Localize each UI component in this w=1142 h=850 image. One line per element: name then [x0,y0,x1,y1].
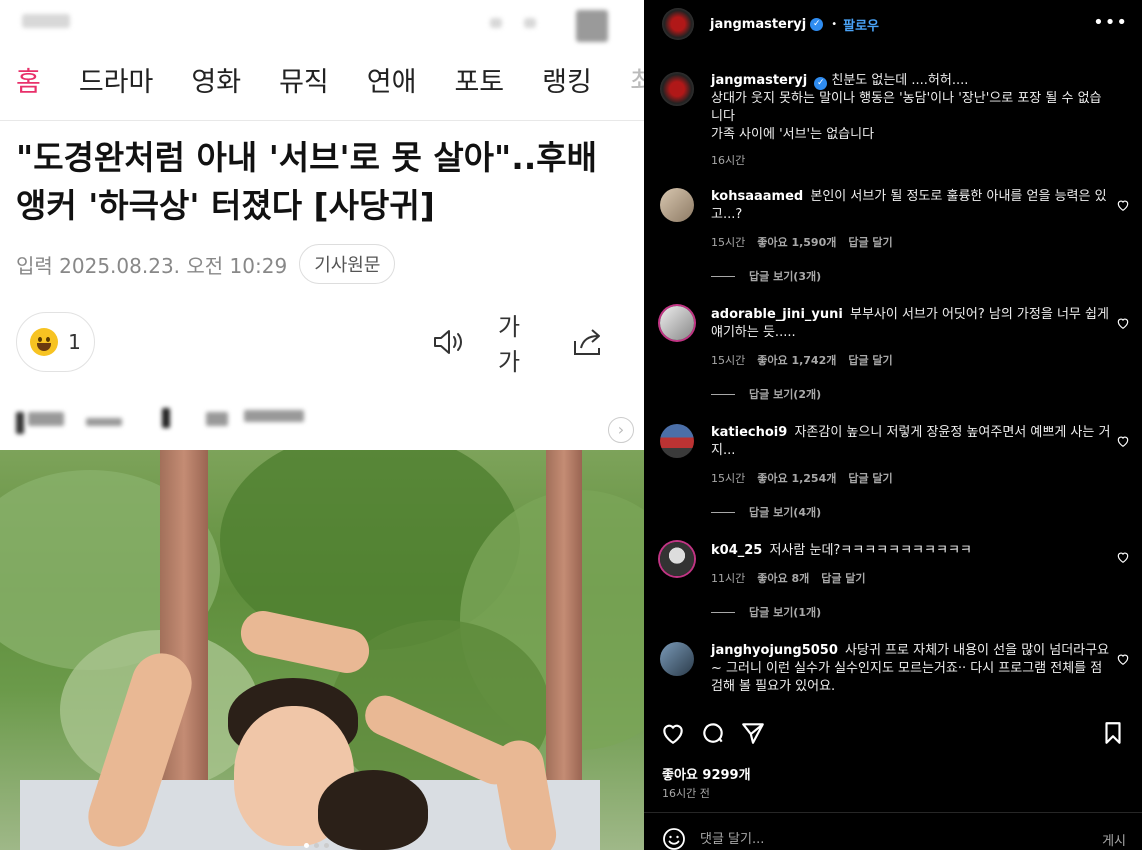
view-replies-label: 답글 보기(3개) [749,270,822,283]
article-meta: 입력 2025.08.23. 오전 10:29 기사원문 [16,244,396,284]
like-heart-icon[interactable] [1116,198,1130,212]
view-replies-button[interactable]: 답글 보기(2개) [711,386,821,402]
commenter-avatar[interactable] [660,542,694,576]
post-caption: jangmasteryj ✓ 친분도 없는데 ....허허.... 상대가 웃지 … [660,72,1130,172]
post-comment-button[interactable]: 게시 [1102,830,1126,849]
comment-item: adorable_jini_yuni 부부사이 서브가 어딧어? 남의 가정을 … [660,306,1130,406]
comment-icon[interactable] [700,720,726,746]
carousel-dots [304,843,329,848]
comment-likes[interactable]: 좋아요 8개 [757,570,809,586]
category-tabs: 홈 드라마 영화 뮤직 연애 포토 랭킹 최 [16,60,644,104]
view-replies-label: 답글 보기(4개) [749,506,822,519]
commenter-avatar[interactable] [660,188,694,222]
commenter-avatar[interactable] [660,424,694,458]
view-replies-button[interactable]: 답글 보기(3개) [711,268,821,284]
like-heart-icon[interactable] [1116,316,1130,330]
comment-likes[interactable]: 좋아요 1,590개 [757,234,836,250]
send-icon[interactable] [740,720,766,746]
comment-time: 11시간 [711,572,746,585]
follow-button[interactable]: 팔로우 [843,15,879,34]
tab-music[interactable]: 뮤직 [279,60,329,104]
status-blur [490,18,502,28]
photo-caption-blurred [16,404,316,438]
post-action-bar [660,720,1126,752]
reaction-button[interactable]: 1 [16,312,95,372]
instagram-panel: jangmasteryj ✓ • 팔로우 ••• jangmasteryj ✓ 친… [644,0,1142,850]
comment-text: 저사람 눈데?ㅋㅋㅋㅋㅋㅋㅋㅋㅋㅋㅋ [769,543,972,558]
status-blur [576,10,608,42]
comment-time: 15시간 [711,236,746,249]
reply-button[interactable]: 답글 달기 [848,352,892,368]
status-blur [22,14,70,28]
tabs-divider [0,120,644,121]
tab-movie[interactable]: 영화 [191,60,241,104]
tab-drama[interactable]: 드라마 [79,60,154,104]
bookmark-icon[interactable] [1100,720,1126,746]
add-comment-bar: 게시 [662,826,1126,850]
post-header: jangmasteryj ✓ • 팔로우 [662,8,1130,40]
smile-emoji-icon [30,328,59,356]
author-avatar[interactable] [660,72,694,106]
comment-item: k04_25 저사람 눈데?ㅋㅋㅋㅋㅋㅋㅋㅋㅋㅋㅋ 11시간 좋아요 8개 답글 달… [660,542,1130,626]
reply-button[interactable]: 답글 달기 [821,570,865,586]
original-article-button[interactable]: 기사원문 [299,244,396,284]
commenter-avatar[interactable] [660,642,694,676]
commenter-avatar[interactable] [660,306,694,340]
article-date: 입력 2025.08.23. 오전 10:29 [16,253,288,278]
verified-badge-icon: ✓ [810,17,824,31]
separator-dot: • [831,18,838,30]
status-blur [524,18,536,28]
view-replies-button[interactable]: 답글 보기(1개) [711,604,821,620]
view-replies-label: 답글 보기(1개) [749,606,822,619]
tab-entertainment[interactable]: 연애 [367,60,417,104]
like-heart-icon[interactable] [1116,652,1130,666]
view-replies-button[interactable]: 답글 보기(4개) [711,504,821,520]
article-photo [0,450,644,850]
author-avatar[interactable] [662,8,694,40]
article-headline: "도경완처럼 아내 '서브'로 못 살아"..후배 앵커 '하극상' 터졌다 [… [16,138,598,225]
comment-username[interactable]: janghyojung5050 [711,643,838,658]
comment-username[interactable]: k04_25 [711,543,762,558]
post-time: 16시간 전 [662,787,710,800]
comment-item: kohsaaamed 본인이 서브가 될 정도로 훌륭한 아내를 얻을 능력은 … [660,188,1130,288]
like-heart-icon[interactable] [1116,434,1130,448]
chevron-right-icon[interactable]: › [608,417,634,443]
comment-likes[interactable]: 좋아요 1,254개 [757,470,836,486]
tab-partial[interactable]: 최 [630,60,644,104]
status-bar [0,10,644,42]
comment-item: katiechoi9 자존감이 높으니 저렇게 장윤정 높여주면서 예쁘게 사는… [660,424,1130,524]
view-replies-label: 답글 보기(2개) [749,388,822,401]
comment-input[interactable] [700,831,1103,847]
caption-username[interactable]: jangmasteryj [711,73,807,88]
news-app: 홈 드라마 영화 뮤직 연애 포토 랭킹 최 "도경완처럼 아내 '서브'로 못… [0,0,644,850]
reaction-count: 1 [68,330,81,354]
share-icon[interactable] [568,322,608,362]
font-size-button[interactable]: 가가 [498,313,542,376]
comment-time: 15시간 [711,354,746,367]
like-heart-icon[interactable] [1116,550,1130,564]
like-count[interactable]: 좋아요 9299개 [662,764,751,783]
like-icon[interactable] [660,720,686,746]
emoji-icon[interactable] [662,827,686,850]
more-options-icon[interactable]: ••• [1093,12,1128,33]
divider [644,812,1142,813]
comment-time: 15시간 [711,472,746,485]
font-size-label: 가가 [498,313,521,376]
author-username[interactable]: jangmasteryj [710,17,806,32]
reply-button[interactable]: 답글 달기 [848,470,892,486]
comment-username[interactable]: kohsaaamed [711,189,803,204]
tab-photo[interactable]: 포토 [454,60,504,104]
comment-item: janghyojung5050 사당귀 프로 자체가 내용이 선을 많이 넘더라… [660,642,1130,704]
reply-button[interactable]: 답글 달기 [848,234,892,250]
comment-username[interactable]: katiechoi9 [711,425,787,440]
comment-username[interactable]: adorable_jini_yuni [711,307,843,322]
tab-ranking[interactable]: 랭킹 [542,60,592,104]
comment-likes[interactable]: 좋아요 1,742개 [757,352,836,368]
caption-time: 16시간 [711,154,746,167]
verified-badge-icon: ✓ [814,77,828,90]
speaker-icon[interactable] [428,322,468,362]
tab-home[interactable]: 홈 [16,60,41,104]
